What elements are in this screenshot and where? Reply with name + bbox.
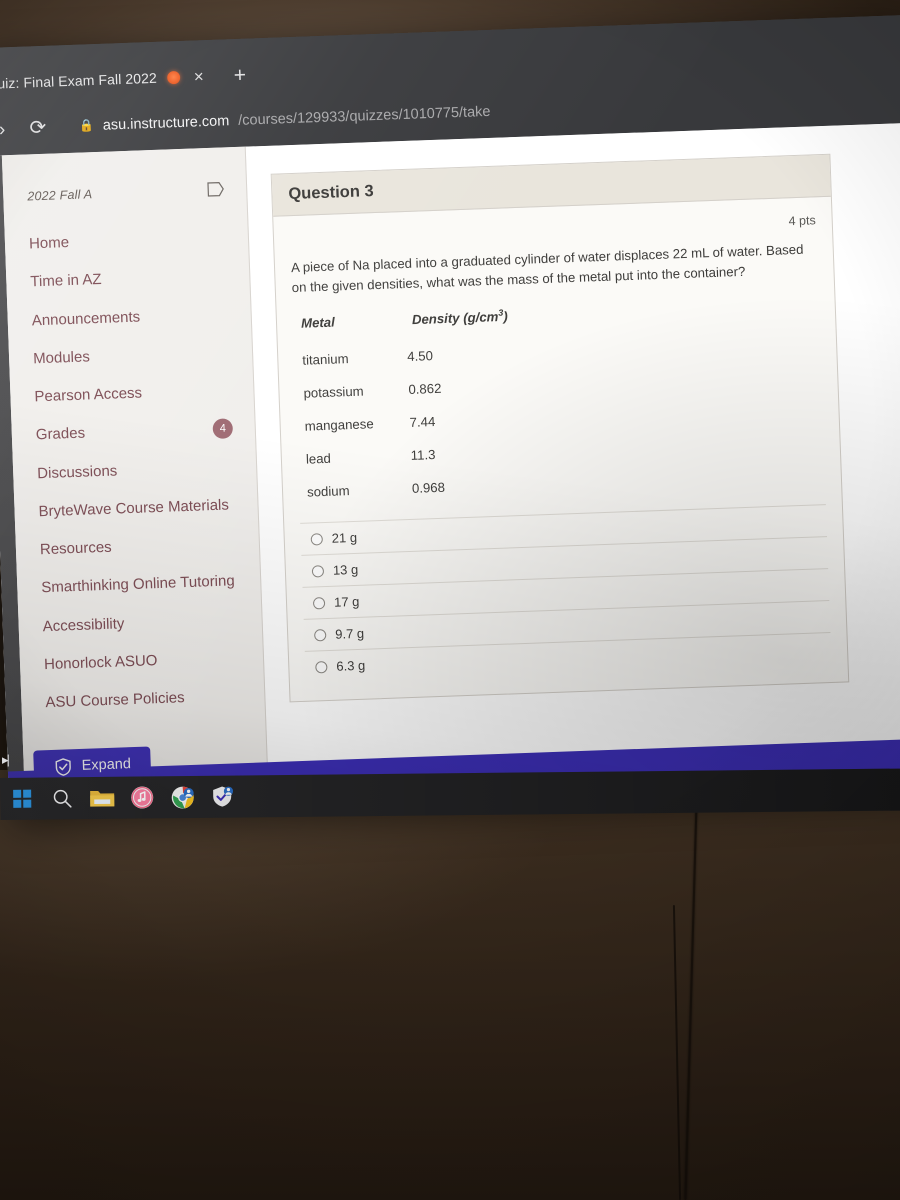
sidebar-item-label: Time in AZ (30, 271, 102, 291)
points-label: 4 pts (788, 213, 816, 229)
sidebar-item-label: Modules (32, 348, 91, 368)
sidebar-item-label: Announcements (31, 308, 141, 329)
answer-options: 21 g 13 g 17 g 9.7 g 6.3 g (300, 504, 832, 684)
sidebar-item-label: Grades (35, 424, 86, 444)
density-table: Metal Density (g/cm3) titanium 4.50 potass… (293, 306, 549, 509)
sidebar-item-label: Resources (39, 538, 112, 559)
cell-metal: potassium (303, 383, 364, 402)
answer-label: 6.3 g (336, 657, 366, 675)
radio-button-icon[interactable] (310, 532, 323, 546)
sidebar-item-label: Pearson Access (34, 384, 143, 406)
sidebar-item-label: Discussions (36, 461, 118, 482)
density-header-text: Density (g/cm (411, 309, 499, 328)
radio-button-icon[interactable] (311, 564, 325, 578)
windows-start-icon[interactable] (2, 778, 42, 820)
close-icon[interactable]: × (190, 67, 209, 86)
cell-density: 0.862 (408, 381, 442, 398)
sidebar-item-badge: 4 (212, 418, 234, 440)
radio-button-icon[interactable] (312, 596, 326, 610)
forward-icon[interactable]: » (0, 119, 13, 140)
question-title: Question 3 (288, 182, 374, 204)
sidebar-item-label: Smarthinking Online Tutoring (41, 572, 235, 597)
radio-button-icon[interactable] (315, 660, 328, 674)
lock-icon: 🔒 (78, 118, 95, 133)
course-sidebar: 2022 Fall A Home Time in AZ Announcements M… (1, 146, 270, 817)
photo-of-monitor-scene: uiz: Final Exam Fall 2022 × + » ⟳ 🔒 asu.… (0, 0, 900, 1200)
question-text: A piece of Na placed into a graduated cy… (290, 241, 804, 296)
cell-density: 0.968 (411, 480, 446, 497)
course-nav-list: Home Time in AZ Announcements Modules Pearso… (4, 218, 265, 724)
answer-label: 21 g (331, 530, 358, 547)
cell-metal: titanium (302, 351, 349, 369)
recording-dot-icon (166, 70, 181, 84)
density-header-close: ) (503, 308, 509, 324)
file-explorer-icon[interactable] (82, 777, 122, 819)
monitor-screen: uiz: Final Exam Fall 2022 × + » ⟳ 🔒 asu.… (0, 14, 900, 818)
url-path: /courses/129933/quizzes/1010775/take (237, 103, 491, 129)
quiz-main: Question 3 4 pts A piece of Na placed in… (245, 122, 900, 809)
sidebar-item-label: ASU Course Policies (45, 689, 185, 712)
cell-density: 11.3 (410, 447, 436, 464)
address-bar[interactable]: 🔒 asu.instructure.com /courses/129933/qu… (79, 104, 491, 135)
cell-metal: manganese (304, 416, 374, 434)
answer-label: 13 g (332, 562, 359, 579)
cell-metal: lead (305, 451, 332, 467)
new-tab-icon[interactable]: + (233, 63, 246, 86)
desk-surface (0, 770, 900, 1200)
question-card: Question 3 4 pts A piece of Na placed in… (270, 153, 850, 703)
honorlock-shield-icon[interactable] (202, 775, 242, 817)
sidebar-item-label: Accessibility (42, 614, 125, 635)
answer-label: 9.7 g (334, 626, 365, 643)
chrome-icon[interactable] (162, 776, 202, 818)
question-body: 4 pts A piece of Na placed into a gradua… (273, 197, 848, 702)
itunes-icon[interactable] (122, 776, 162, 818)
course-term-label: 2022 Fall A (27, 186, 93, 203)
reload-icon[interactable]: ⟳ (25, 117, 52, 140)
sidebar-item-label: Home (28, 234, 70, 253)
cell-density: 4.50 (406, 348, 434, 365)
sidebar-item-label: Honorlock ASUO (43, 651, 158, 673)
answer-label: 17 g (333, 594, 360, 611)
column-header-metal: Metal (300, 314, 336, 331)
course-header: 2022 Fall A (3, 181, 246, 205)
browser-tab[interactable]: uiz: Final Exam Fall 2022 × (0, 59, 218, 101)
sidebar-item-asu-course-policies[interactable]: ASU Course Policies (21, 676, 265, 723)
expand-label: Expand (81, 756, 132, 774)
bookmark-icon[interactable] (207, 181, 225, 197)
canvas-page: 2022 Fall A Home Time in AZ Announcements M… (0, 122, 900, 818)
search-icon[interactable] (42, 777, 82, 819)
sidebar-item-label: BryteWave Course Materials (38, 496, 230, 521)
cell-density: 7.44 (409, 414, 436, 431)
cell-metal: sodium (306, 483, 350, 500)
tab-title: uiz: Final Exam Fall 2022 (0, 69, 158, 92)
shield-check-icon (55, 757, 71, 776)
url-host: asu.instructure.com (102, 113, 230, 134)
collapse-handle-icon[interactable]: ▸| (2, 752, 10, 768)
radio-button-icon[interactable] (314, 628, 327, 642)
